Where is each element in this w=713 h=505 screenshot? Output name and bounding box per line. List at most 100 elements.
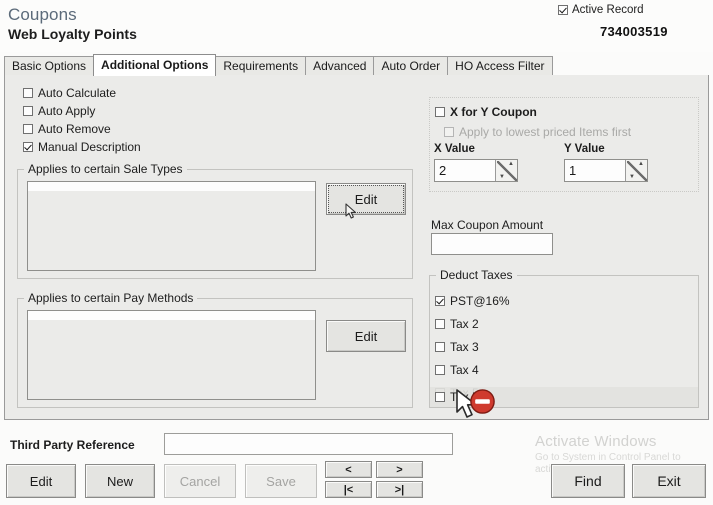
- active-record-checkbox[interactable]: Active Record: [558, 4, 644, 16]
- x-value-field[interactable]: 2 ▲ ▼: [434, 159, 518, 182]
- checkbox-icon: [23, 124, 33, 134]
- tab-basic-options[interactable]: Basic Options: [4, 56, 94, 76]
- new-button[interactable]: New: [85, 464, 155, 498]
- button-label: <: [345, 464, 351, 476]
- pay-methods-edit-button[interactable]: Edit: [326, 320, 406, 352]
- checkbox-icon: [435, 319, 445, 329]
- y-value-field[interactable]: 1 ▲ ▼: [564, 159, 648, 182]
- checkbox-tax-2[interactable]: Tax 2: [435, 316, 510, 331]
- listbox-top-row: [28, 182, 315, 191]
- sale-types-group-label: Applies to certain Sale Types: [24, 162, 187, 176]
- checkbox-tax-5-overlay[interactable]: Tax 5: [435, 389, 479, 404]
- active-record-label: Active Record: [572, 4, 644, 16]
- max-coupon-amount-label: Max Coupon Amount: [431, 218, 543, 232]
- page-title: Coupons: [8, 5, 77, 25]
- nav-prev-button[interactable]: <: [325, 461, 372, 478]
- button-label: New: [107, 474, 133, 489]
- checkbox-label: X for Y Coupon: [450, 105, 537, 119]
- checkbox-label: Tax 4: [450, 363, 479, 377]
- button-label: Save: [266, 474, 296, 489]
- button-label: |<: [344, 484, 354, 496]
- checkbox-icon: [23, 106, 33, 116]
- third-party-reference-value: [165, 434, 452, 442]
- button-label: >: [396, 464, 402, 476]
- checkbox-icon: [23, 88, 33, 98]
- checkbox-icon: [435, 342, 445, 352]
- x-value-text: 2: [439, 163, 446, 178]
- record-number: 734003519: [600, 24, 668, 39]
- pay-methods-listbox[interactable]: [27, 310, 316, 400]
- y-value-text: 1: [569, 163, 576, 178]
- tab-bar: Basic Options Additional Options Require…: [4, 54, 709, 76]
- y-value-spinner[interactable]: ▲ ▼: [625, 160, 647, 181]
- pay-methods-group-label: Applies to certain Pay Methods: [24, 291, 197, 305]
- checkbox-auto-remove[interactable]: Auto Remove: [23, 121, 141, 136]
- nav-next-button[interactable]: >: [376, 461, 423, 478]
- checkbox-icon: [435, 107, 445, 117]
- sale-types-listbox[interactable]: [27, 181, 316, 271]
- checkbox-apply-lowest-priced[interactable]: Apply to lowest priced Items first: [444, 124, 631, 139]
- sale-types-edit-button[interactable]: Edit: [326, 183, 406, 215]
- button-label: Exit: [657, 473, 680, 489]
- button-label: Edit: [355, 192, 377, 207]
- checkbox-label: Tax 2: [450, 317, 479, 331]
- spinner-up-arrow[interactable]: ▲: [638, 161, 644, 167]
- checkbox-icon: [23, 142, 33, 152]
- checkbox-manual-description[interactable]: Manual Description: [23, 139, 141, 154]
- max-coupon-amount-input[interactable]: [431, 233, 553, 255]
- edit-button[interactable]: Edit: [6, 464, 76, 498]
- button-label: Edit: [355, 329, 377, 344]
- tab-strip-filler: [552, 55, 709, 76]
- checkbox-label: Tax 3: [450, 340, 479, 354]
- record-navigation-pad: < > |< >|: [325, 461, 425, 499]
- find-button[interactable]: Find: [551, 464, 625, 498]
- cancel-button: Cancel: [164, 464, 236, 498]
- checkbox-label: Auto Remove: [38, 122, 111, 136]
- coupons-window: Coupons Web Loyalty Points Active Record…: [0, 0, 713, 505]
- checkbox-tax-4[interactable]: Tax 4: [435, 362, 510, 377]
- tab-ho-access-filter[interactable]: HO Access Filter: [447, 56, 552, 76]
- tab-auto-order[interactable]: Auto Order: [373, 56, 448, 76]
- deduct-taxes-group-label: Deduct Taxes: [436, 268, 517, 282]
- checkbox-auto-calculate[interactable]: Auto Calculate: [23, 85, 141, 100]
- auto-options-list: Auto Calculate Auto Apply Auto Remove Ma…: [23, 85, 141, 157]
- spinner-down-arrow[interactable]: ▼: [629, 174, 635, 180]
- checkbox-icon: [435, 365, 445, 375]
- checkbox-label: PST@16%: [450, 294, 510, 308]
- tab-additional-options[interactable]: Additional Options: [93, 54, 216, 76]
- nav-last-button[interactable]: >|: [376, 481, 423, 498]
- button-label: Edit: [30, 474, 52, 489]
- additional-options-panel: Auto Calculate Auto Apply Auto Remove Ma…: [4, 75, 709, 420]
- checkbox-icon: [435, 392, 445, 402]
- third-party-reference-input[interactable]: [164, 433, 453, 455]
- third-party-reference-label: Third Party Reference: [10, 438, 135, 452]
- checkbox-label: Manual Description: [38, 140, 141, 154]
- checkbox-icon: [435, 296, 445, 306]
- exit-button[interactable]: Exit: [632, 464, 706, 498]
- checkbox-tax-pst[interactable]: PST@16%: [435, 293, 510, 308]
- tab-advanced[interactable]: Advanced: [305, 56, 374, 76]
- checkbox-tax-3[interactable]: Tax 3: [435, 339, 510, 354]
- checkbox-icon: [444, 127, 454, 137]
- checkbox-x-for-y-coupon[interactable]: X for Y Coupon: [435, 104, 537, 119]
- page-subtitle: Web Loyalty Points: [8, 26, 137, 42]
- checkbox-label: Apply to lowest priced Items first: [459, 125, 631, 139]
- x-value-label: X Value: [434, 143, 475, 155]
- checkbox-label: Auto Calculate: [38, 86, 116, 100]
- checkbox-auto-apply[interactable]: Auto Apply: [23, 103, 141, 118]
- button-label: Cancel: [180, 474, 220, 489]
- checkbox-icon: [558, 5, 568, 15]
- watermark-title: Activate Windows: [535, 433, 710, 450]
- save-button: Save: [245, 464, 317, 498]
- tab-requirements[interactable]: Requirements: [215, 56, 306, 76]
- y-value-label: Y Value: [564, 143, 605, 155]
- checkbox-label: Tax 5: [450, 390, 479, 404]
- x-value-spinner[interactable]: ▲ ▼: [495, 160, 517, 181]
- spinner-up-arrow[interactable]: ▲: [508, 161, 514, 167]
- checkbox-label: Auto Apply: [38, 104, 95, 118]
- window-header: Coupons Web Loyalty Points Active Record…: [0, 0, 713, 52]
- button-label: Find: [574, 473, 601, 489]
- spinner-down-arrow[interactable]: ▼: [499, 174, 505, 180]
- nav-first-button[interactable]: |<: [325, 481, 372, 498]
- listbox-top-row: [28, 311, 315, 320]
